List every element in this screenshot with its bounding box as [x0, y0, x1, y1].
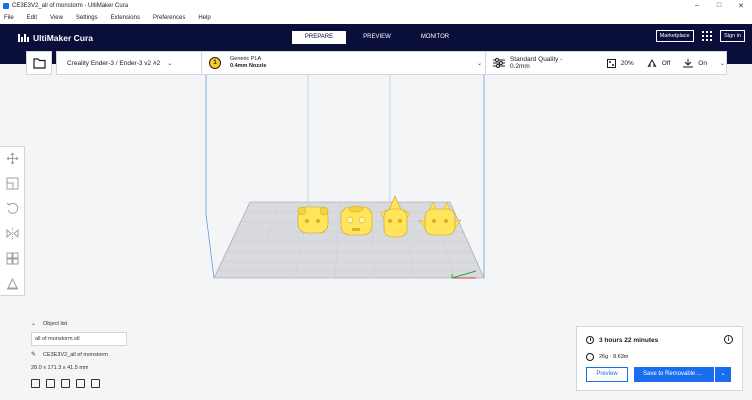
extruder-badge: 1: [209, 57, 221, 69]
object-name-row[interactable]: ✎ CE3E3V2_all of monstorm: [31, 351, 191, 359]
edit-pencil-icon: ✎: [31, 352, 37, 358]
mirror-icon[interactable]: [6, 227, 19, 240]
quality-profile: Standard Quality - 0.2mm: [509, 56, 563, 70]
maximize-button[interactable]: □: [708, 2, 730, 9]
support-icon: [647, 58, 657, 67]
menu-settings[interactable]: Settings: [76, 15, 98, 21]
chevron-down-icon: ⌄: [719, 60, 725, 67]
printer-selector[interactable]: Creality Ender-3 / Ender-3 v2 #2 ⌄: [67, 52, 202, 74]
nozzle-size: 0.4mm Nozzle: [230, 63, 267, 69]
menu-extensions[interactable]: Extensions: [111, 15, 140, 21]
print-settings-selector[interactable]: Standard Quality - 0.2mm 20% Off On ⌄: [493, 52, 725, 74]
adhesion-icon: [683, 58, 694, 67]
material-usage: 26g · 8.63m: [599, 354, 629, 360]
model-monster-2[interactable]: [340, 205, 373, 236]
support-blocker-icon[interactable]: [6, 277, 19, 290]
material-selector[interactable]: 1 Generic PLA 0.4mm Nozzle ⌄: [209, 52, 484, 74]
window-title: CE3E3V2_all of monstorm - UltiMaker Cura: [12, 2, 129, 9]
object-list-header: Object list: [43, 320, 68, 327]
infill-value: 20%: [620, 59, 634, 67]
app-icon: [3, 2, 9, 9]
chevron-down-icon: ⌄: [31, 321, 37, 327]
infill-icon: [606, 58, 616, 68]
clock-icon: [586, 336, 594, 344]
preview-button[interactable]: Preview: [586, 367, 628, 382]
minimize-button[interactable]: –: [686, 2, 708, 9]
menu-view[interactable]: View: [50, 15, 63, 21]
header-actions: Marketplace Sign in: [655, 30, 745, 42]
support-value: Off: [661, 59, 671, 67]
move-icon[interactable]: [6, 152, 19, 165]
view-right-icon[interactable]: [91, 379, 100, 388]
scale-icon[interactable]: [6, 177, 19, 190]
view-orientation-buttons: [31, 379, 191, 388]
apps-grid-icon[interactable]: [701, 30, 713, 42]
print-time: 3 hours 22 minutes: [599, 336, 659, 344]
print-setup-bar: Creality Ender-3 / Ender-3 v2 #2 ⌄ 1 Gen…: [56, 51, 727, 75]
ultimaker-logo-icon: [18, 34, 29, 42]
tab-monitor[interactable]: MONITOR: [408, 31, 462, 44]
material-spool-icon: [586, 353, 594, 361]
object-dimensions: 28.0 x 171.3 x 41.5 mm: [31, 365, 89, 371]
menu-file[interactable]: File: [4, 15, 14, 21]
window-title-bar: CE3E3V2_all of monstorm - UltiMaker Cura…: [0, 0, 752, 11]
tab-prepare[interactable]: PREPARE: [292, 31, 346, 44]
per-model-settings-icon[interactable]: [6, 252, 19, 265]
object-filter-input[interactable]: all of monstorm.stl: [31, 332, 127, 346]
view-top-icon[interactable]: [61, 379, 70, 388]
adhesion-value: On: [698, 59, 707, 67]
save-to-removable-button[interactable]: Save to Removable ... ⌄: [634, 367, 731, 382]
info-icon[interactable]: i: [724, 335, 733, 344]
chevron-down-icon: ⌄: [476, 60, 482, 67]
view-3d-icon[interactable]: [31, 379, 40, 388]
brand-name: UltiMaker Cura: [33, 33, 93, 43]
tab-preview[interactable]: PREVIEW: [350, 31, 404, 44]
chevron-down-icon: ⌄: [167, 60, 173, 67]
settings-sliders-icon: [493, 58, 505, 68]
menu-bar: File Edit View Settings Extensions Prefe…: [0, 11, 752, 24]
chevron-down-icon[interactable]: ⌄: [714, 367, 731, 382]
material-name: Generic PLA: [230, 56, 262, 62]
brand-logo: UltiMaker Cura: [18, 33, 93, 43]
print-job-panel: 3 hours 22 minutes i 26g · 8.63m Preview…: [576, 326, 743, 391]
object-name: CE3E3V2_all of monstorm: [43, 351, 108, 358]
stage-tabs: PREPARE PREVIEW MONITOR: [292, 31, 466, 44]
close-button[interactable]: ✕: [730, 2, 752, 10]
menu-preferences[interactable]: Preferences: [153, 15, 185, 21]
rotate-icon[interactable]: [6, 202, 19, 215]
menu-help[interactable]: Help: [198, 15, 210, 21]
view-left-icon[interactable]: [76, 379, 85, 388]
transform-toolbar: [0, 146, 25, 296]
marketplace-button[interactable]: Marketplace: [655, 30, 694, 42]
object-list-panel: ⌄ Object list all of monstorm.stl ✎ CE3E…: [31, 320, 191, 388]
object-list-toggle[interactable]: ⌄ Object list: [31, 320, 191, 328]
model-monster-1[interactable]: [297, 206, 329, 234]
folder-icon: [32, 57, 46, 69]
sign-in-button[interactable]: Sign in: [720, 30, 745, 42]
view-front-icon[interactable]: [46, 379, 55, 388]
open-file-button[interactable]: [26, 51, 52, 75]
save-button-label: Save to Removable ...: [643, 371, 703, 377]
printer-name: Creality Ender-3 / Ender-3 v2 #2: [67, 59, 161, 67]
menu-edit[interactable]: Edit: [27, 15, 37, 21]
